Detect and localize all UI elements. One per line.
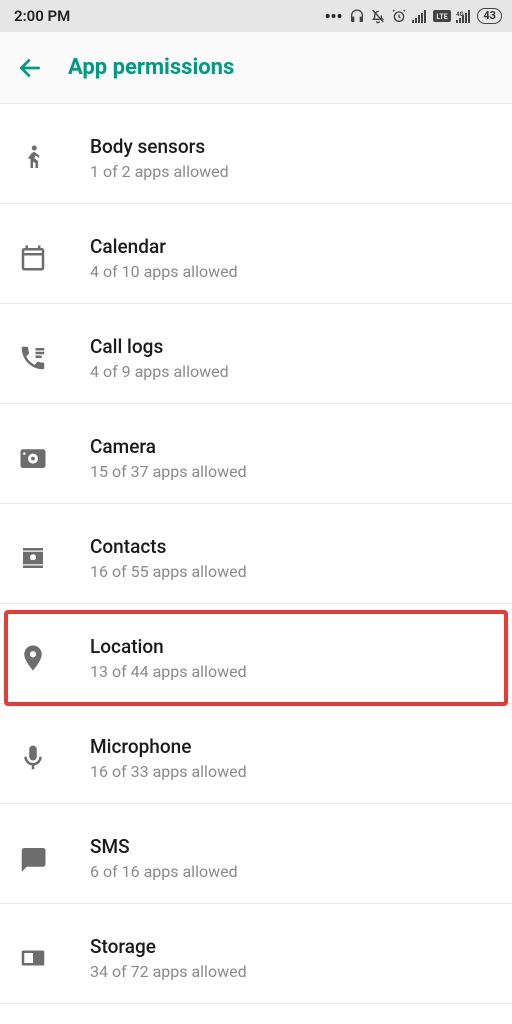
item-text: Location 13 of 44 apps allowed	[90, 635, 498, 681]
list-item[interactable]: Location 13 of 44 apps allowed	[0, 612, 512, 704]
list-item[interactable]: SMS 6 of 16 apps allowed	[0, 812, 512, 904]
arrow-back-icon	[17, 55, 43, 81]
item-title: Body sensors	[90, 135, 498, 158]
permission-row-body-sensors[interactable]: Body sensors 1 of 2 apps allowed	[0, 112, 512, 204]
item-text: Calendar 4 of 10 apps allowed	[90, 235, 498, 281]
item-text: SMS 6 of 16 apps allowed	[90, 835, 498, 881]
calendar-icon	[18, 243, 90, 273]
permissions-list: Body sensors 1 of 2 apps allowed Calendar 4…	[0, 104, 512, 1024]
status-bar: 2:00 PM ••• LTE 4G 43	[0, 0, 512, 32]
volte-icon: LTE	[433, 10, 451, 22]
item-title: SMS	[90, 835, 498, 858]
sms-icon	[18, 843, 90, 873]
microphone-icon	[18, 743, 90, 773]
item-text: Call logs 4 of 9 apps allowed	[90, 335, 498, 381]
storage-icon	[18, 943, 90, 973]
list-item[interactable]: Telephone	[0, 1012, 512, 1024]
item-title: Location	[90, 635, 498, 658]
item-text: Storage 34 of 72 apps allowed	[90, 935, 498, 981]
signal2-icon: 4G	[456, 10, 472, 23]
list-item[interactable]: Storage 34 of 72 apps allowed	[0, 912, 512, 1004]
permission-row-contacts[interactable]: Contacts 16 of 55 apps allowed	[0, 512, 512, 604]
action-bar: App permissions	[0, 32, 512, 104]
item-subtitle: 13 of 44 apps allowed	[90, 662, 498, 681]
item-subtitle: 4 of 9 apps allowed	[90, 362, 498, 381]
item-title: Storage	[90, 935, 498, 958]
page-title: App permissions	[68, 55, 234, 80]
item-subtitle: 6 of 16 apps allowed	[90, 862, 498, 881]
permission-row-camera[interactable]: Camera 15 of 37 apps allowed	[0, 412, 512, 504]
item-title: Microphone	[90, 735, 498, 758]
item-subtitle: 16 of 55 apps allowed	[90, 562, 498, 581]
signal-icon	[412, 10, 428, 23]
mute-icon	[370, 8, 386, 24]
more-icon: •••	[325, 7, 343, 26]
item-title: Calendar	[90, 235, 498, 258]
permission-row-calendar[interactable]: Calendar 4 of 10 apps allowed	[0, 212, 512, 304]
list-item[interactable]: Call logs 4 of 9 apps allowed	[0, 312, 512, 404]
svg-text:LTE: LTE	[437, 13, 448, 21]
body-sensors-icon	[18, 143, 90, 173]
alarm-icon	[391, 8, 407, 24]
location-icon	[18, 643, 90, 673]
list-item[interactable]: Contacts 16 of 55 apps allowed	[0, 512, 512, 604]
camera-icon	[18, 443, 90, 473]
item-text: Contacts 16 of 55 apps allowed	[90, 535, 498, 581]
item-subtitle: 34 of 72 apps allowed	[90, 962, 498, 981]
headphones-icon	[349, 8, 365, 24]
item-subtitle: 4 of 10 apps allowed	[90, 262, 498, 281]
item-text: Microphone 16 of 33 apps allowed	[90, 735, 498, 781]
permission-row-sms[interactable]: SMS 6 of 16 apps allowed	[0, 812, 512, 904]
permission-row-call-logs[interactable]: Call logs 4 of 9 apps allowed	[0, 312, 512, 404]
list-item[interactable]: Calendar 4 of 10 apps allowed	[0, 212, 512, 304]
contacts-icon	[18, 543, 90, 573]
status-icons: ••• LTE 4G 43	[325, 7, 502, 26]
item-text: Camera 15 of 37 apps allowed	[90, 435, 498, 481]
list-item[interactable]: Body sensors 1 of 2 apps allowed	[0, 112, 512, 204]
item-subtitle: 15 of 37 apps allowed	[90, 462, 498, 481]
permission-row-storage[interactable]: Storage 34 of 72 apps allowed	[0, 912, 512, 1004]
list-item[interactable]: Camera 15 of 37 apps allowed	[0, 412, 512, 504]
item-text: Body sensors 1 of 2 apps allowed	[90, 135, 498, 181]
item-subtitle: 16 of 33 apps allowed	[90, 762, 498, 781]
permission-row-microphone[interactable]: Microphone 16 of 33 apps allowed	[0, 712, 512, 804]
back-button[interactable]	[14, 52, 46, 84]
permission-row-location[interactable]: Location 13 of 44 apps allowed	[0, 612, 512, 704]
call-logs-icon	[18, 343, 90, 373]
battery-indicator: 43	[477, 8, 502, 24]
item-title: Call logs	[90, 335, 498, 358]
item-subtitle: 1 of 2 apps allowed	[90, 162, 498, 181]
item-title: Contacts	[90, 535, 498, 558]
item-title: Camera	[90, 435, 498, 458]
list-item[interactable]: Microphone 16 of 33 apps allowed	[0, 712, 512, 804]
status-time: 2:00 PM	[14, 7, 70, 25]
permission-row-telephone[interactable]: Telephone	[0, 1012, 512, 1024]
